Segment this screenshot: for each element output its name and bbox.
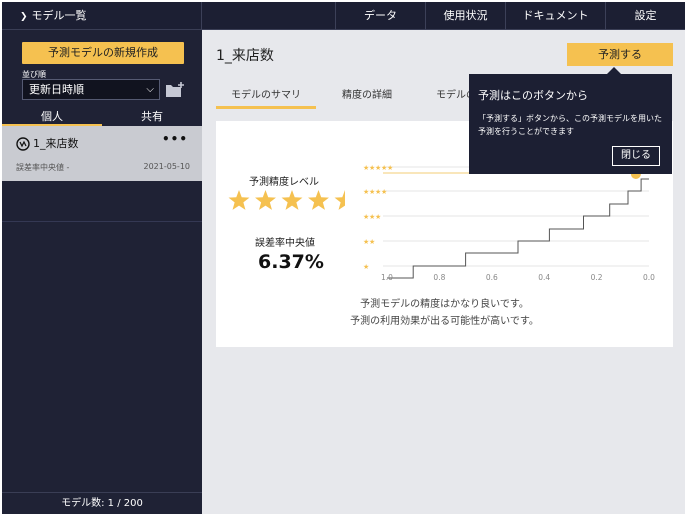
model-date: 2021-05-10 [143, 162, 191, 171]
chevron-down-icon: ❯ [20, 12, 28, 22]
x-tick-label: 0.0 [643, 273, 655, 281]
more-options-icon[interactable]: ••• [162, 132, 188, 146]
sidebar: 予測モデルの新規作成 並び順 更新日時順 ⌵ 個人 共有 1_来店数 ••• 誤… [2, 30, 202, 514]
model-type-icon [16, 137, 30, 151]
x-tick-label: 0.8 [433, 273, 445, 281]
tooltip-arrow [607, 67, 621, 74]
level-star-icon: ★ [387, 164, 393, 172]
summary-message-line1: 予測モデルの精度はかなり良いです。 [360, 299, 529, 310]
predict-button[interactable]: 予測する [567, 43, 673, 66]
top-bar: ❯ モデル一覧 データ 使用状況 ドキュメント 設定 [2, 2, 685, 30]
page-title: 1_来店数 [216, 48, 274, 64]
x-tick-label: 1.0 [381, 273, 393, 281]
x-tick-label: 0.2 [591, 273, 603, 281]
tab-personal[interactable]: 個人 [2, 110, 102, 127]
level-star-icon: ★ [375, 213, 381, 221]
model-list-label: モデル一覧 [31, 9, 87, 22]
rating-stars [228, 190, 345, 210]
model-list-menu[interactable]: ❯ モデル一覧 [2, 2, 202, 30]
model-list-item[interactable]: 1_来店数 ••• 誤差率中央値 - 2021-05-10 [2, 126, 202, 181]
tab-shared[interactable]: 共有 [102, 110, 202, 124]
rating-star-icon [281, 190, 303, 210]
nav-usage[interactable]: 使用状況 [425, 2, 505, 30]
divider [2, 221, 202, 222]
accuracy-level-label: 予測精度レベル [249, 177, 319, 188]
sidebar-tabs: 個人 共有 [2, 110, 202, 127]
rating-star-icon [255, 190, 276, 210]
x-tick-label: 0.6 [486, 273, 498, 281]
tooltip-title: 予測はこのボタンから [478, 89, 588, 102]
predict-tooltip: 予測はこのボタンから 「予測する」ボタンから、この予測モデルを用いた予測を行うこ… [469, 74, 672, 174]
rating-star-icon [228, 190, 250, 210]
accuracy-staircase [387, 178, 649, 279]
sort-select[interactable]: 更新日時順 ⌵ [22, 79, 160, 100]
level-star-icon: ★ [381, 188, 387, 196]
level-star-icon: ★ [363, 263, 369, 271]
error-rate-label: 誤差率中央値 [255, 238, 315, 249]
nav-data[interactable]: データ [335, 2, 425, 30]
nav-documents[interactable]: ドキュメント [505, 2, 605, 30]
tooltip-close-button[interactable]: 閉じる [612, 146, 660, 166]
accuracy-step-chart: ★ ★ ★ ★ ★★ ★ ★ ★★ ★ ★★ ★★1.0 0.8 0.6 0.4 0.2 0.0 [363, 164, 655, 281]
create-model-button[interactable]: 予測モデルの新規作成 [22, 42, 184, 64]
chevron-down-icon: ⌵ [146, 84, 154, 95]
model-error-summary: 誤差率中央値 - [16, 163, 70, 172]
model-count: モデル数: 1 / 200 [2, 492, 202, 514]
summary-message-line2: 予測の利用効果が出る可能性が高いです。 [350, 316, 539, 327]
add-folder-icon[interactable] [165, 82, 185, 98]
rating-star-icon [308, 190, 329, 210]
level-star-icon: ★ [369, 238, 375, 246]
nav-settings[interactable]: 設定 [605, 2, 685, 30]
rating-star-icon [334, 190, 345, 210]
error-rate-value: 6.37% [258, 251, 324, 273]
sort-value: 更新日時順 [29, 83, 84, 96]
tooltip-body: 「予測する」ボタンから、この予測モデルを用いた予測を行うことができます [478, 114, 662, 136]
tab-model-summary[interactable]: モデルのサマリ [216, 86, 316, 109]
tab-accuracy-detail[interactable]: 精度の詳細 [342, 86, 392, 101]
x-tick-label: 0.4 [538, 273, 550, 281]
model-name: 1_来店数 [33, 137, 79, 150]
